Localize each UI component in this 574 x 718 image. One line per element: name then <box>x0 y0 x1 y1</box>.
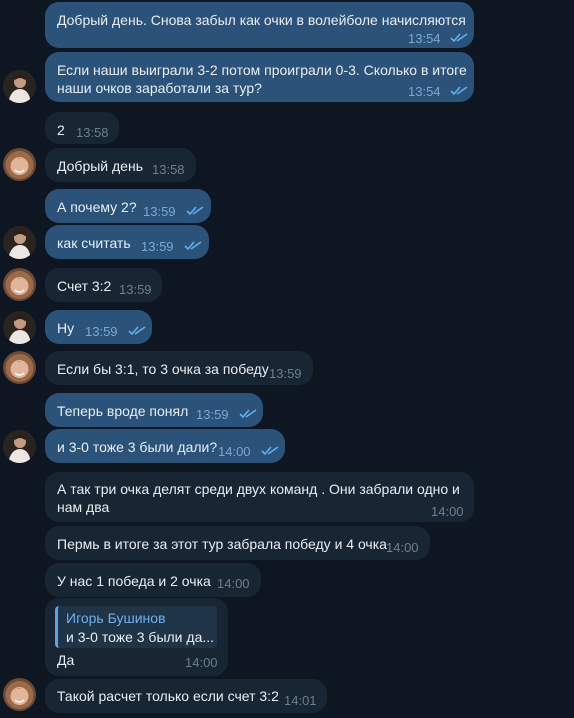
double-check-icon <box>186 206 204 216</box>
message-time: 14:00 <box>185 655 218 670</box>
double-check-icon <box>239 409 257 419</box>
message-text: Если бы 3:1, то 3 очка за победу <box>57 361 269 377</box>
message-time: 13:59 <box>196 407 229 422</box>
user-avatar-woman-icon <box>3 678 36 711</box>
message-time: 13:59 <box>143 204 176 219</box>
message-time: 13:59 <box>269 366 302 381</box>
message-time: 13:54 <box>408 84 441 99</box>
double-check-icon <box>261 446 279 456</box>
double-check-icon <box>184 241 202 251</box>
message-incoming[interactable]: Такой расчет только если счет 3:2 14:01 <box>45 679 327 713</box>
avatar-other[interactable] <box>3 678 36 711</box>
message-text: У нас 1 победа и 2 очка <box>57 573 211 589</box>
avatar-other[interactable] <box>3 148 36 181</box>
message-incoming[interactable]: 2 13:58 <box>45 112 119 144</box>
message-time: 14:00 <box>386 540 419 555</box>
message-text-line: А так три очка делят среди двух команд .… <box>57 481 460 497</box>
message-text: 2 <box>57 122 65 138</box>
message-text: Да <box>57 652 75 668</box>
avatar-me[interactable] <box>3 430 36 463</box>
message-text-line: наши очков заработали за тур? <box>57 80 262 96</box>
message-time: 13:59 <box>141 239 174 254</box>
message-incoming[interactable]: Добрый день 13:58 <box>45 148 196 182</box>
message-text: Теперь вроде понял <box>57 403 189 419</box>
message-text: А почему 2? <box>57 199 137 215</box>
message-outgoing[interactable]: А почему 2? 13:59 <box>45 189 211 223</box>
user-avatar-woman-icon <box>3 351 36 384</box>
message-time: 13:58 <box>152 162 185 177</box>
chat-history[interactable]: Добрый день. Снова забыл как очки в воле… <box>0 0 574 718</box>
message-incoming[interactable]: У нас 1 победа и 2 очка 14:00 <box>45 563 261 597</box>
user-avatar-man-icon <box>3 430 36 463</box>
avatar-other[interactable] <box>3 268 36 301</box>
user-avatar-woman-icon <box>3 268 36 301</box>
message-time: 13:59 <box>85 324 118 339</box>
user-avatar-woman-icon <box>3 148 36 181</box>
message-time: 14:01 <box>284 693 317 708</box>
message-incoming-reply[interactable]: Игорь Бушинов и 3-0 тоже 3 были да... Да… <box>45 598 228 676</box>
double-check-icon <box>450 86 468 96</box>
message-incoming[interactable]: А так три очка делят среди двух команд .… <box>45 472 474 522</box>
message-text: Ну <box>57 320 75 336</box>
message-time: 14:00 <box>217 576 250 591</box>
message-outgoing[interactable]: Теперь вроде понял 13:59 <box>45 393 263 427</box>
message-text: Счет 3:2 <box>57 278 112 294</box>
reply-snippet: и 3-0 тоже 3 были да... <box>66 629 215 645</box>
message-incoming[interactable]: Если бы 3:1, то 3 очка за победу 13:59 <box>45 351 313 385</box>
message-time: 13:54 <box>408 31 441 46</box>
message-outgoing[interactable]: Ну 13:59 <box>45 310 152 344</box>
message-outgoing[interactable]: как считать 13:59 <box>45 225 209 259</box>
double-check-icon <box>128 326 146 336</box>
avatar-other[interactable] <box>3 351 36 384</box>
avatar-me[interactable] <box>3 70 36 103</box>
message-text: и 3-0 тоже 3 были дали? <box>57 439 218 455</box>
avatar-me[interactable] <box>3 311 36 344</box>
message-text: Такой расчет только если счет 3:2 <box>57 688 279 704</box>
user-avatar-man-icon <box>3 70 36 103</box>
user-avatar-man-icon <box>3 226 36 259</box>
reply-quote[interactable]: Игорь Бушинов и 3-0 тоже 3 были да... <box>55 606 217 648</box>
message-time: 13:58 <box>76 125 109 140</box>
user-avatar-man-icon <box>3 311 36 344</box>
avatar-me[interactable] <box>3 226 36 259</box>
message-text-line: Если наши выиграли 3-2 потом проиграли 0… <box>57 62 467 78</box>
message-time: 14:00 <box>218 444 251 459</box>
message-outgoing[interactable]: и 3-0 тоже 3 были дали? 14:00 <box>45 429 285 463</box>
message-outgoing[interactable]: Если наши выиграли 3-2 потом проиграли 0… <box>45 52 474 102</box>
reply-author: Игорь Бушинов <box>66 610 166 626</box>
double-check-icon <box>450 33 468 43</box>
message-time: 13:59 <box>119 282 152 297</box>
message-text-line: нам два <box>57 499 110 515</box>
message-incoming[interactable]: Счет 3:2 13:59 <box>45 268 162 302</box>
message-outgoing[interactable]: Добрый день. Снова забыл как очки в воле… <box>45 2 474 48</box>
message-text: как считать <box>57 235 131 251</box>
message-incoming[interactable]: Пермь в итоге за этот тур забрала победу… <box>45 526 430 560</box>
message-text: Пермь в итоге за этот тур забрала победу… <box>57 536 387 552</box>
message-text: Добрый день. Снова забыл как очки в воле… <box>57 12 466 28</box>
message-time: 14:00 <box>431 504 464 519</box>
message-text: Добрый день <box>57 158 143 174</box>
